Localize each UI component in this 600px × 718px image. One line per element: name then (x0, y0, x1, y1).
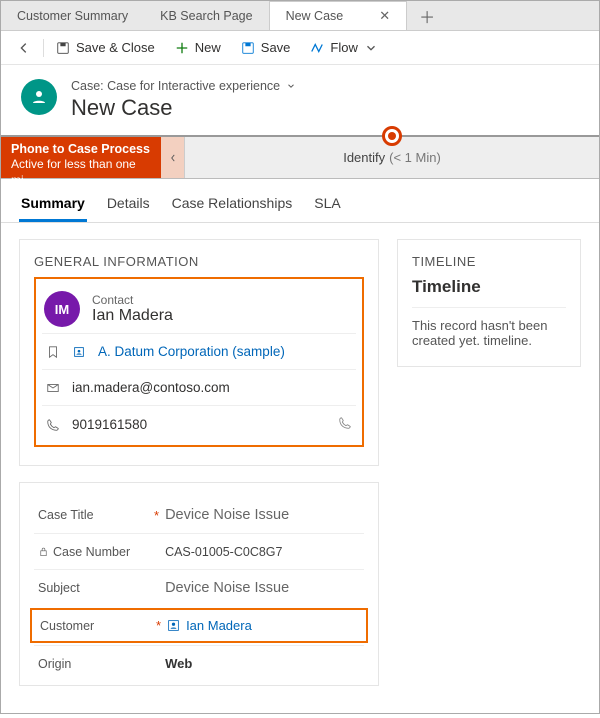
bookmark-icon (46, 345, 60, 359)
case-title-label: Case Title (38, 508, 148, 522)
plus-icon (175, 41, 189, 55)
case-title-row[interactable]: Case Title * Device Noise Issue (34, 497, 364, 533)
process-name-block[interactable]: Phone to Case Process Active for less th… (1, 137, 161, 178)
save-close-icon (56, 41, 70, 55)
save-label: Save (261, 40, 291, 55)
contact-name: Ian Madera (92, 307, 173, 325)
command-bar: Save & Close New Save Flow (1, 31, 599, 65)
session-tabbar: Customer Summary KB Search Page New Case… (1, 1, 599, 31)
breadcrumb-label: Case: Case for Interactive experience (71, 79, 280, 93)
process-collapse-button[interactable] (161, 137, 185, 178)
customer-row[interactable]: Customer * Ian Madera (30, 608, 368, 643)
panel-title: GENERAL INFORMATION (34, 254, 364, 269)
email-row[interactable]: ian.madera@contoso.com (42, 369, 356, 405)
timeline-empty-text: This record hasn't been created yet. tim… (412, 307, 566, 348)
timeline-heading: Timeline (412, 277, 566, 297)
chevron-down-icon (364, 41, 378, 55)
company-link: A. Datum Corporation (sample) (98, 344, 285, 359)
origin-row[interactable]: Origin * Web (34, 645, 364, 681)
left-column: GENERAL INFORMATION IM Contact Ian Mader… (19, 239, 379, 702)
content-area: GENERAL INFORMATION IM Contact Ian Mader… (1, 223, 599, 718)
stage-label: Identify (343, 150, 385, 165)
company-row[interactable]: A. Datum Corporation (sample) (42, 333, 356, 369)
chevron-down-icon (286, 81, 296, 91)
tab-case-relationships[interactable]: Case Relationships (170, 189, 295, 222)
process-name: Phone to Case Process (11, 141, 151, 157)
call-icon[interactable] (338, 416, 352, 433)
close-icon[interactable]: ✕ (379, 8, 390, 24)
general-information-panel: GENERAL INFORMATION IM Contact Ian Mader… (19, 239, 379, 466)
phone-value: 9019161580 (72, 417, 147, 432)
process-stage-identify[interactable]: Identify (< 1 Min) (185, 137, 599, 178)
chevron-left-icon (168, 153, 178, 163)
timeline-section-label: TIMELINE (412, 254, 566, 269)
lock-icon (38, 546, 49, 557)
save-icon (241, 41, 255, 55)
case-number-label: Case Number (38, 545, 148, 559)
entity-icon (21, 79, 57, 115)
tab-details[interactable]: Details (105, 189, 152, 222)
stage-time: (< 1 Min) (389, 150, 441, 165)
process-status: Active for less than one mi... (11, 157, 151, 188)
right-column: TIMELINE Timeline This record hasn't bee… (397, 239, 581, 702)
flow-button[interactable]: Flow (300, 36, 387, 59)
new-label: New (195, 40, 221, 55)
save-close-label: Save & Close (76, 40, 155, 55)
case-icon (30, 88, 48, 106)
phone-icon (46, 418, 60, 432)
contact-avatar: IM (44, 291, 80, 327)
add-tab-button[interactable]: ＋ (407, 1, 447, 30)
new-button[interactable]: New (165, 36, 231, 59)
subject-value: Device Noise Issue (165, 580, 289, 596)
divider (43, 39, 44, 57)
business-process-bar: Phone to Case Process Active for less th… (1, 135, 599, 179)
tab-label: New Case (286, 9, 344, 23)
required-marker: * (154, 508, 159, 523)
account-icon (72, 345, 86, 359)
tab-customer-summary[interactable]: Customer Summary (1, 1, 144, 30)
case-form-panel: Case Title * Device Noise Issue Case Num… (19, 482, 379, 686)
contact-highlight-box: IM Contact Ian Madera A. Datum Corporati… (34, 277, 364, 447)
case-number-row: Case Number * CAS-01005-C0C8G7 (34, 533, 364, 569)
subject-label: Subject (38, 581, 148, 595)
tab-summary[interactable]: Summary (19, 189, 87, 222)
contact-label: Contact (92, 293, 173, 307)
back-button[interactable] (7, 37, 41, 59)
origin-value: Web (165, 656, 192, 671)
timeline-panel: TIMELINE Timeline This record hasn't bee… (397, 239, 581, 367)
case-number-value: CAS-01005-C0C8G7 (165, 545, 282, 559)
customer-label: Customer (40, 619, 150, 633)
contact-header[interactable]: IM Contact Ian Madera (42, 285, 356, 333)
page-header: Case: Case for Interactive experience Ne… (1, 65, 599, 135)
stage-marker-icon (382, 126, 402, 146)
tab-new-case[interactable]: New Case ✕ (269, 1, 408, 30)
save-button[interactable]: Save (231, 36, 301, 59)
required-marker: * (156, 618, 161, 633)
mail-icon (46, 381, 60, 395)
email-value: ian.madera@contoso.com (72, 380, 230, 395)
case-title-value: Device Noise Issue (165, 507, 289, 523)
breadcrumb[interactable]: Case: Case for Interactive experience (71, 79, 296, 93)
back-icon (17, 41, 31, 55)
tab-sla[interactable]: SLA (312, 189, 342, 222)
contact-icon (167, 619, 180, 632)
header-text: Case: Case for Interactive experience Ne… (71, 79, 296, 121)
flow-label: Flow (330, 40, 357, 55)
origin-label: Origin (38, 657, 148, 671)
phone-row[interactable]: 9019161580 (42, 405, 356, 443)
flow-icon (310, 41, 324, 55)
tab-kb-search[interactable]: KB Search Page (144, 1, 268, 30)
save-close-button[interactable]: Save & Close (46, 36, 165, 59)
customer-value: Ian Madera (167, 618, 252, 633)
page-title: New Case (71, 95, 296, 121)
contact-name-wrap: Contact Ian Madera (92, 293, 173, 325)
subject-row[interactable]: Subject * Device Noise Issue (34, 569, 364, 606)
